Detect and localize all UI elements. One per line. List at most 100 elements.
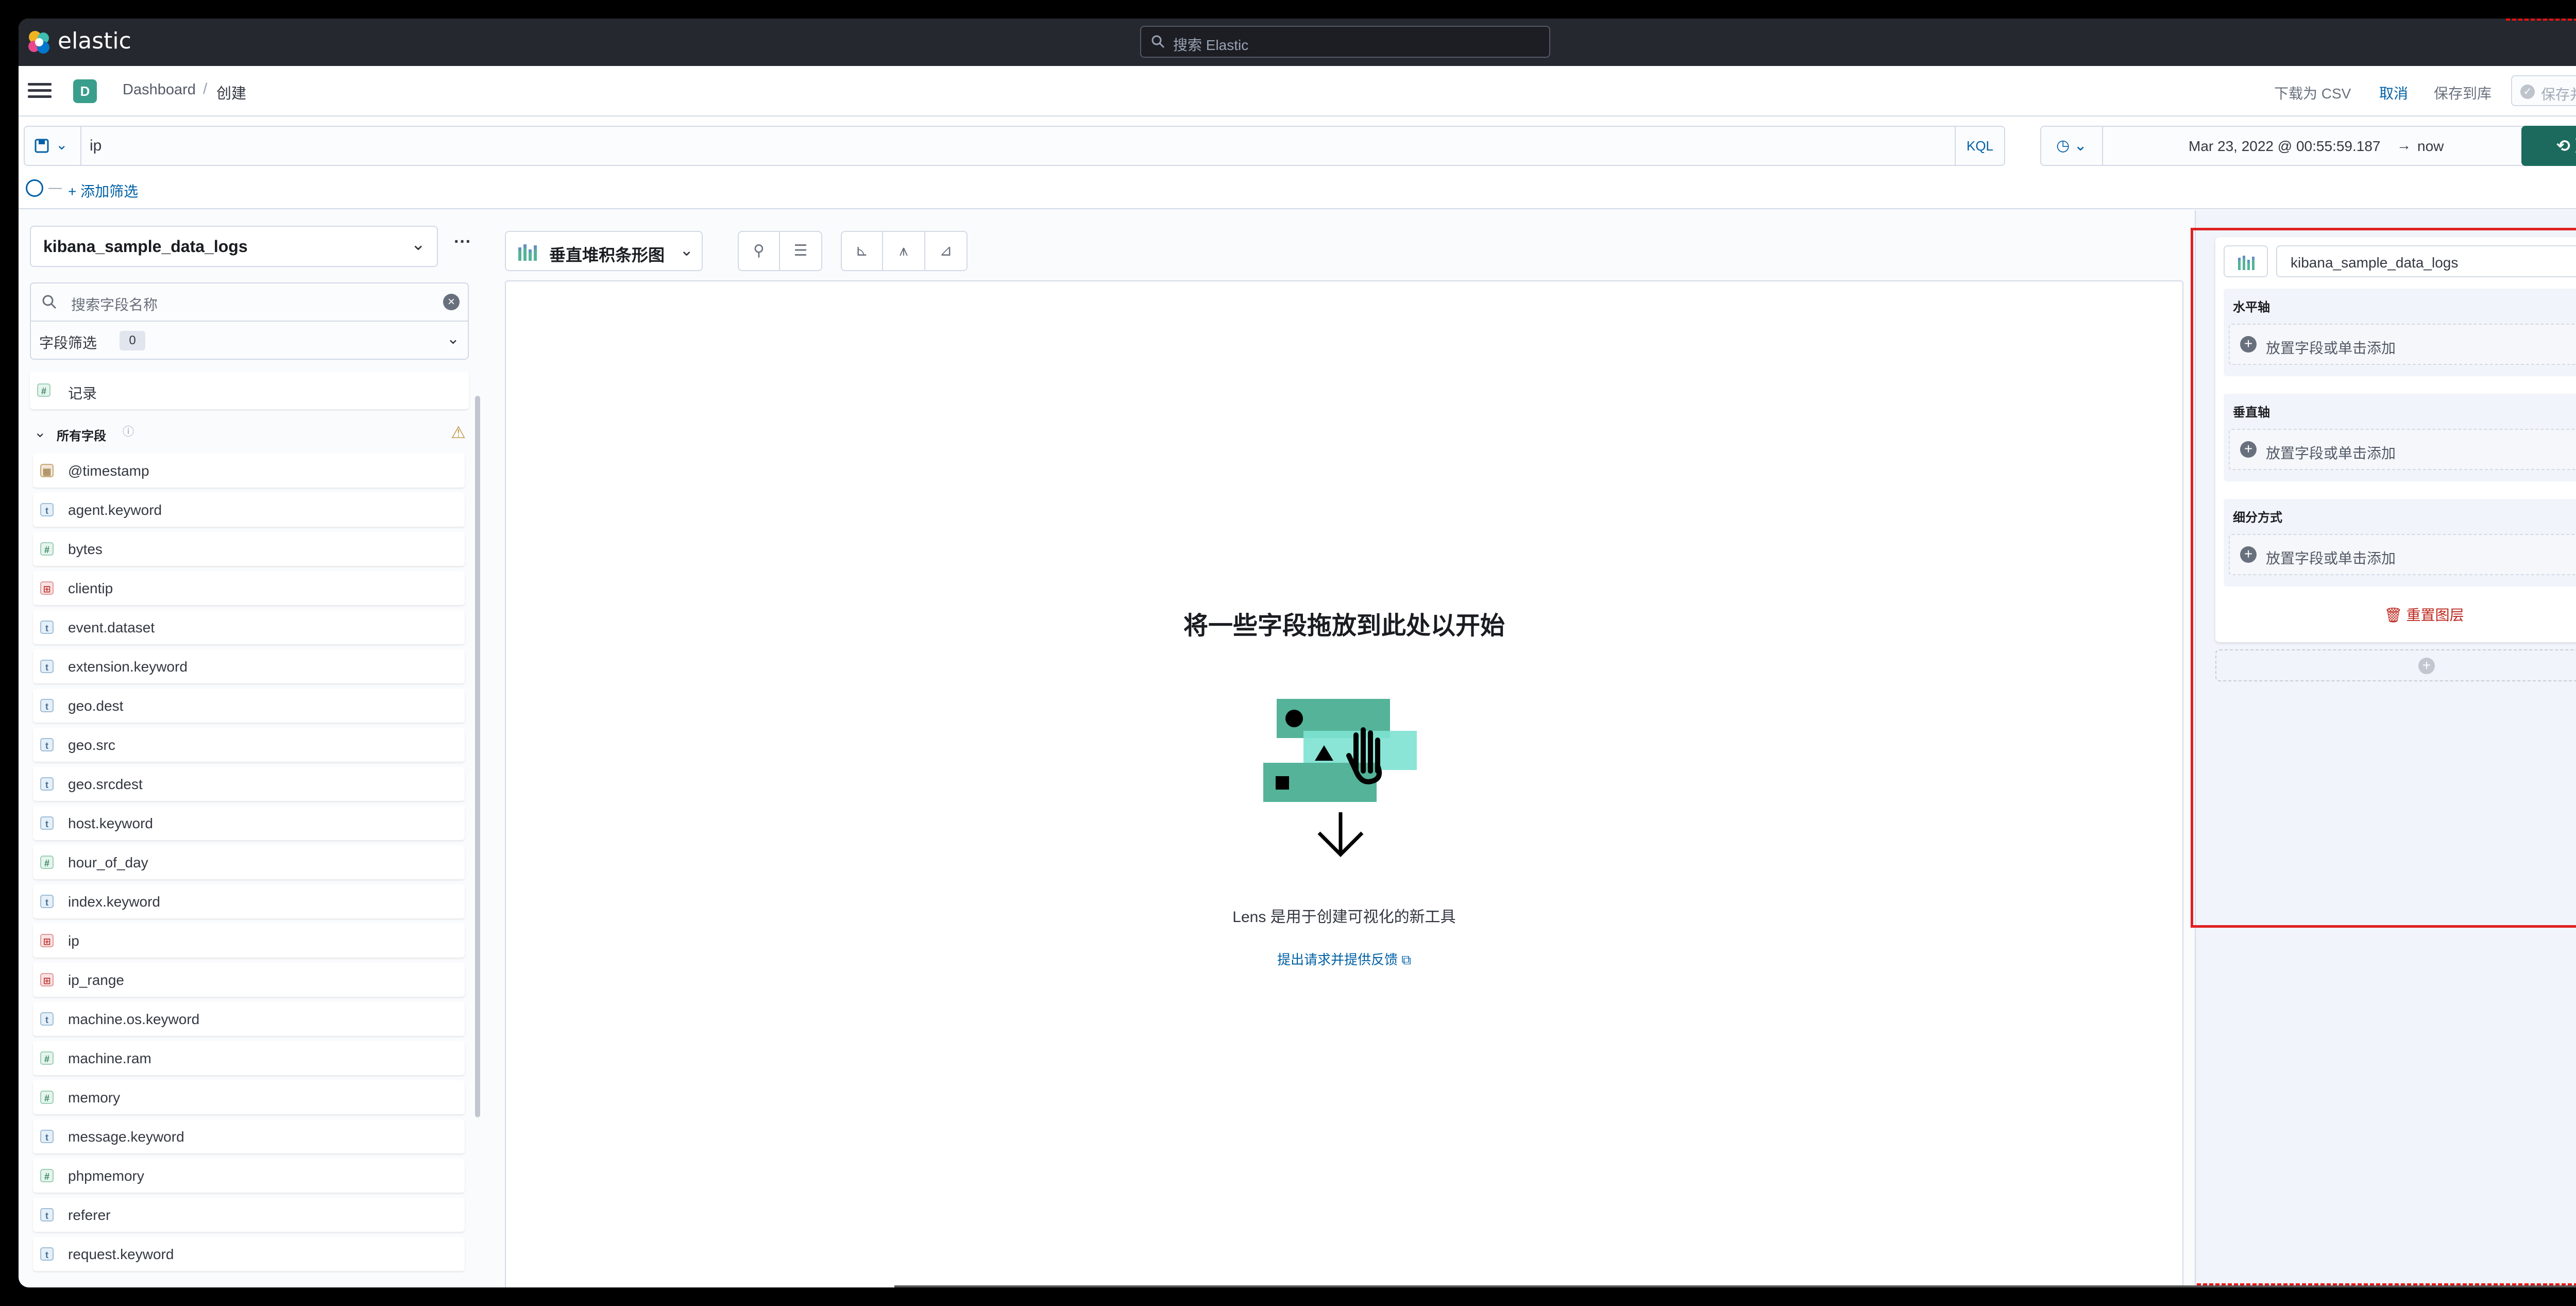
field-list-item[interactable]: t extension.keyword [33, 649, 465, 683]
string-type-icon: t [40, 621, 54, 634]
warning-icon[interactable]: ⚠ [451, 423, 466, 442]
cancel-button[interactable]: 取消 [2379, 82, 2408, 103]
field-list-item[interactable]: # bytes [33, 532, 465, 566]
download-csv-button[interactable]: 下载为 CSV [2274, 82, 2351, 103]
field-name: extension.keyword [68, 659, 188, 675]
number-type-icon: # [40, 856, 54, 869]
field-filter-label: 字段筛选 [39, 335, 97, 351]
chart-type-label: 垂直堆积条形图 [549, 246, 665, 264]
bottom-axis-button[interactable]: ⩚ [883, 231, 925, 271]
date-end[interactable]: now [2417, 138, 2444, 155]
breadcrumb-bar: D Dashboard / 创建 下载为 CSV 取消 保存到库 ✓ 保存并返回 [19, 66, 2576, 116]
refresh-button[interactable]: ⟲ 更新 [2521, 126, 2576, 166]
field-name: clientip [68, 580, 113, 596]
annotation-mark [2506, 19, 2576, 28]
query-input[interactable]: ⌄ ip KQL [24, 126, 2005, 166]
field-name: host.keyword [68, 815, 153, 831]
breadcrumb-separator: / [203, 80, 208, 97]
clear-icon[interactable]: × [443, 294, 460, 310]
field-list-item[interactable]: # machine.ram [33, 1041, 465, 1075]
field-list-item[interactable]: t agent.keyword [33, 493, 465, 527]
field-name: phpmemory [68, 1168, 144, 1184]
records-label: 记录 [68, 386, 97, 401]
query-text[interactable]: ip [90, 137, 101, 155]
field-list-panel: kibana_sample_data_logs ⌄ ··· 搜索字段名称 × 字… [19, 210, 488, 1287]
refresh-icon: ⟲ [2556, 137, 2575, 155]
date-start[interactable]: Mar 23, 2022 @ 00:55:59.187 [2189, 138, 2380, 155]
chart-type-switcher[interactable]: 垂直堆积条形图 ⌄ [505, 231, 703, 271]
field-name: machine.ram [68, 1050, 151, 1066]
menu-icon[interactable] [28, 79, 52, 103]
field-name: @timestamp [68, 463, 149, 479]
field-search-input[interactable]: 搜索字段名称 × [30, 282, 469, 322]
search-icon [1151, 35, 1165, 48]
field-list-item[interactable]: t message.keyword [33, 1119, 465, 1153]
empty-state-description: Lens 是用于创建可视化的新工具 [1232, 909, 1456, 926]
breadcrumb-dashboard[interactable]: Dashboard [123, 81, 196, 98]
chevron-down-icon: ⌄ [446, 330, 460, 347]
field-search-placeholder: 搜索字段名称 [71, 297, 158, 313]
field-name: geo.srcdest [68, 776, 143, 792]
feedback-link[interactable]: 提出请求并提供反馈 ⧉ [506, 949, 2182, 968]
field-list-item[interactable]: t machine.os.keyword [33, 1002, 465, 1036]
field-list-item[interactable]: # memory [33, 1080, 465, 1114]
search-placeholder: 搜索 Elastic [1173, 37, 1249, 53]
save-to-library-button[interactable]: 保存到库 [2434, 82, 2492, 103]
help-icon[interactable] [2574, 29, 2576, 56]
field-list-item[interactable]: ⊞ ip_range [33, 963, 465, 997]
index-pattern-label: kibana_sample_data_logs [43, 237, 248, 256]
field-list-item[interactable]: t referer [33, 1198, 465, 1232]
index-pattern-select[interactable]: kibana_sample_data_logs ⌄ [30, 226, 438, 267]
value-labels-button[interactable]: ⚲ [738, 231, 780, 271]
field-list-item[interactable]: t geo.dest [33, 689, 465, 723]
help-icon[interactable]: ⓘ [123, 423, 134, 439]
ip-type-icon: ⊞ [40, 934, 54, 947]
field-list-item[interactable]: t geo.src [33, 728, 465, 762]
date-type-icon: ▦ [40, 464, 54, 477]
saved-query-button[interactable]: ⌄ [25, 127, 81, 165]
workspace-panel[interactable]: 将一些字段拖放到此处以开始 Lens 是用于创建可视化的新工具 提出请求并提供反… [505, 280, 2183, 1287]
annotation-mark [2197, 1280, 2576, 1285]
check-icon: ✓ [2520, 85, 2535, 99]
global-search-input[interactable]: 搜索 Elastic [1140, 26, 1550, 58]
field-list-item[interactable]: ⊞ ip [33, 924, 465, 958]
field-name: geo.dest [68, 698, 124, 714]
field-filter-toggle[interactable]: 字段筛选 0 ⌄ [30, 322, 469, 360]
field-name: machine.os.keyword [68, 1011, 200, 1027]
field-list-item[interactable]: t event.dataset [33, 610, 465, 644]
all-fields-accordion[interactable]: ⌄ 所有字段 ⓘ ⚠ [30, 420, 469, 448]
string-type-icon: t [40, 1130, 54, 1143]
field-list-item[interactable]: ⊞ clientip [33, 571, 465, 605]
filter-icon[interactable] [26, 179, 43, 197]
field-name: index.keyword [68, 894, 160, 910]
legend-button[interactable]: ☰ [780, 231, 822, 271]
ip-type-icon: ⊞ [40, 973, 54, 986]
field-list-item[interactable]: t geo.srcdest [33, 767, 465, 801]
date-range-picker[interactable]: Mar 23, 2022 @ 00:55:59.187 → now [2102, 126, 2534, 166]
field-name: geo.src [68, 737, 115, 753]
records-field[interactable]: # 记录 [30, 372, 469, 409]
right-axis-button[interactable]: ⊿ [925, 231, 968, 271]
field-list-item[interactable]: ▦ @timestamp [33, 454, 465, 488]
save-and-return-button[interactable]: ✓ 保存并返回 [2511, 75, 2576, 106]
field-name: bytes [68, 541, 103, 557]
field-list-item[interactable]: t host.keyword [33, 806, 465, 840]
chevron-down-icon: ⌄ [34, 424, 46, 440]
field-list-item[interactable]: t request.keyword [33, 1237, 465, 1271]
date-quick-select-button[interactable]: ◷ ⌄ [2040, 126, 2102, 166]
more-actions-icon[interactable]: ··· [447, 229, 478, 260]
add-filter-button[interactable]: + 添加筛选 [68, 180, 138, 201]
feedback-link-label: 提出请求并提供反馈 [1277, 952, 1398, 967]
field-name: request.keyword [68, 1246, 174, 1262]
scrollbar[interactable] [475, 396, 480, 1117]
left-axis-button[interactable]: ⊾ [841, 231, 883, 271]
space-avatar[interactable]: D [73, 79, 97, 103]
kql-language-button[interactable]: KQL [1955, 127, 2004, 165]
highlight-annotation-box [2191, 228, 2576, 928]
number-type-icon: # [40, 1051, 54, 1065]
field-list-item[interactable]: t index.keyword [33, 884, 465, 918]
field-list-item[interactable]: # phpmemory [33, 1159, 465, 1193]
field-list-item[interactable]: # hour_of_day [33, 845, 465, 879]
elastic-logo-icon[interactable] [26, 29, 53, 56]
empty-state-title: 将一些字段拖放到此处以开始 [1183, 612, 1505, 640]
